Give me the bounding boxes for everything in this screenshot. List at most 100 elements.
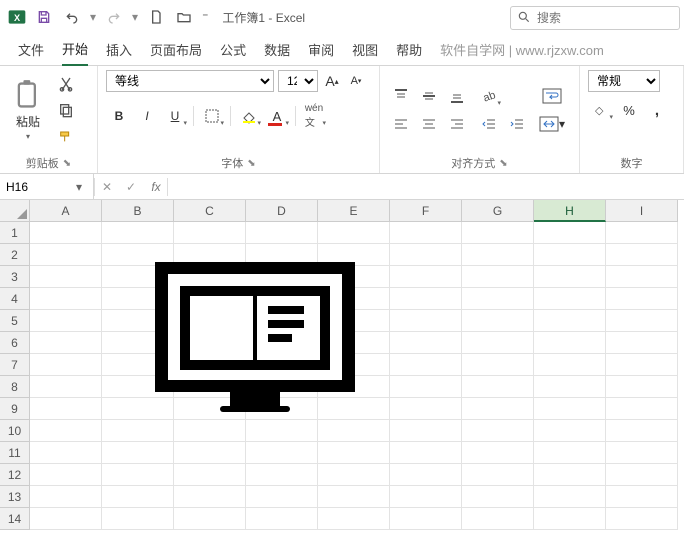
enter-formula-icon[interactable]: ✓ (119, 174, 143, 200)
phonetic-guide-button[interactable]: wén文▾ (301, 104, 327, 128)
tab-公式[interactable]: 公式 (220, 34, 246, 65)
cell-C6[interactable] (174, 332, 246, 354)
paste-button[interactable]: 粘贴 ▾ (8, 79, 48, 141)
cell-D11[interactable] (246, 442, 318, 464)
cell-H10[interactable] (534, 420, 606, 442)
tab-extra[interactable]: 软件自学网 | www.rjzxw.com (440, 34, 604, 65)
cell-G2[interactable] (462, 244, 534, 266)
orientation-icon[interactable]: ab▾ (476, 84, 502, 108)
border-button[interactable]: ▾ (199, 104, 225, 128)
cell-D1[interactable] (246, 222, 318, 244)
cell-B1[interactable] (102, 222, 174, 244)
row-header-11[interactable]: 11 (0, 442, 30, 464)
cell-C2[interactable] (174, 244, 246, 266)
cell-H13[interactable] (534, 486, 606, 508)
cell-A5[interactable] (30, 310, 102, 332)
row-header-5[interactable]: 5 (0, 310, 30, 332)
cell-A12[interactable] (30, 464, 102, 486)
cell-B11[interactable] (102, 442, 174, 464)
cell-D14[interactable] (246, 508, 318, 530)
col-header-C[interactable]: C (174, 200, 246, 222)
save-icon[interactable] (32, 5, 56, 29)
tab-视图[interactable]: 视图 (352, 34, 378, 65)
cell-I13[interactable] (606, 486, 678, 508)
row-header-6[interactable]: 6 (0, 332, 30, 354)
cell-H6[interactable] (534, 332, 606, 354)
underline-button[interactable]: U▾ (162, 104, 188, 128)
cell-D2[interactable] (246, 244, 318, 266)
col-header-I[interactable]: I (606, 200, 678, 222)
cell-F10[interactable] (390, 420, 462, 442)
cell-D13[interactable] (246, 486, 318, 508)
select-all-corner[interactable] (0, 200, 30, 222)
undo-icon[interactable] (60, 5, 84, 29)
search-box[interactable] (510, 6, 680, 30)
align-right-icon[interactable] (444, 112, 470, 136)
cell-D9[interactable] (246, 398, 318, 420)
cut-icon[interactable] (54, 73, 78, 95)
cell-A11[interactable] (30, 442, 102, 464)
cell-B6[interactable] (102, 332, 174, 354)
cell-A2[interactable] (30, 244, 102, 266)
cell-G13[interactable] (462, 486, 534, 508)
cell-C3[interactable] (174, 266, 246, 288)
cell-F8[interactable] (390, 376, 462, 398)
cell-G8[interactable] (462, 376, 534, 398)
italic-button[interactable]: I (134, 104, 160, 128)
tab-帮助[interactable]: 帮助 (396, 34, 422, 65)
row-header-2[interactable]: 2 (0, 244, 30, 266)
cell-D7[interactable] (246, 354, 318, 376)
decrease-font-icon[interactable]: A▾ (346, 71, 366, 91)
decrease-indent-icon[interactable] (476, 112, 502, 136)
cell-C7[interactable] (174, 354, 246, 376)
name-box-dropdown-icon[interactable]: ▾ (70, 180, 88, 194)
cell-I9[interactable] (606, 398, 678, 420)
cell-B13[interactable] (102, 486, 174, 508)
tab-审阅[interactable]: 审阅 (308, 34, 334, 65)
cell-E1[interactable] (318, 222, 390, 244)
cell-F2[interactable] (390, 244, 462, 266)
search-input[interactable] (537, 11, 684, 25)
cell-C4[interactable] (174, 288, 246, 310)
cell-G7[interactable] (462, 354, 534, 376)
cell-H5[interactable] (534, 310, 606, 332)
copy-icon[interactable] (54, 99, 78, 121)
cell-G5[interactable] (462, 310, 534, 332)
comma-icon[interactable]: , (644, 98, 670, 122)
cell-I7[interactable] (606, 354, 678, 376)
align-top-icon[interactable] (388, 84, 414, 108)
cell-I4[interactable] (606, 288, 678, 310)
wrap-text-icon[interactable] (536, 84, 568, 108)
alignment-launcher-icon[interactable]: ⬊ (499, 158, 507, 169)
cell-E4[interactable] (318, 288, 390, 310)
row-header-3[interactable]: 3 (0, 266, 30, 288)
cell-D5[interactable] (246, 310, 318, 332)
cell-C11[interactable] (174, 442, 246, 464)
cell-D12[interactable] (246, 464, 318, 486)
increase-font-icon[interactable]: A▴ (322, 71, 342, 91)
cell-E11[interactable] (318, 442, 390, 464)
fill-color-button[interactable]: ▾ (236, 104, 262, 128)
cell-A8[interactable] (30, 376, 102, 398)
cell-A7[interactable] (30, 354, 102, 376)
cell-I11[interactable] (606, 442, 678, 464)
cell-E8[interactable] (318, 376, 390, 398)
row-header-7[interactable]: 7 (0, 354, 30, 376)
cell-G10[interactable] (462, 420, 534, 442)
cell-H12[interactable] (534, 464, 606, 486)
cell-H7[interactable] (534, 354, 606, 376)
cell-B9[interactable] (102, 398, 174, 420)
cell-A1[interactable] (30, 222, 102, 244)
row-header-1[interactable]: 1 (0, 222, 30, 244)
cell-A3[interactable] (30, 266, 102, 288)
cell-E12[interactable] (318, 464, 390, 486)
clipboard-launcher-icon[interactable]: ⬊ (63, 158, 71, 169)
font-launcher-icon[interactable]: ⬊ (247, 158, 255, 169)
cell-E5[interactable] (318, 310, 390, 332)
cell-C9[interactable] (174, 398, 246, 420)
cell-E3[interactable] (318, 266, 390, 288)
cell-H4[interactable] (534, 288, 606, 310)
percent-icon[interactable]: % (616, 98, 642, 122)
cancel-formula-icon[interactable]: ✕ (95, 174, 119, 200)
align-bottom-icon[interactable] (444, 84, 470, 108)
